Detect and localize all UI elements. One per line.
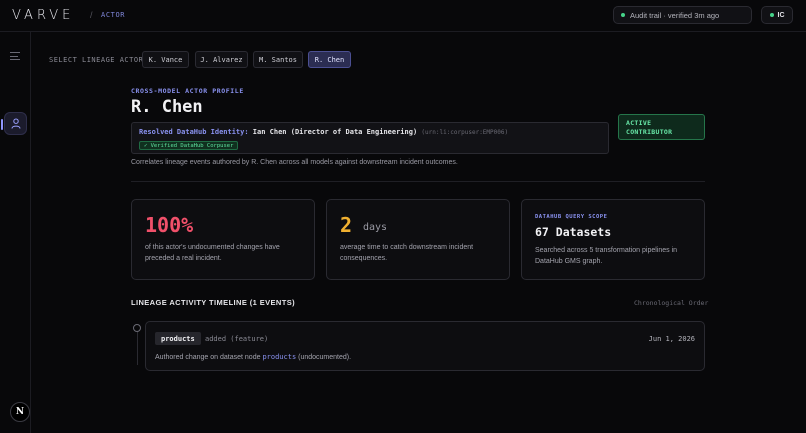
timeline-event[interactable]: products added (feature) Jun 1, 2026 Aut…: [145, 321, 705, 371]
app-badge-n[interactable]: N: [10, 402, 30, 422]
actor-button-r-chen[interactable]: R. Chen: [308, 51, 351, 68]
identity-label: Resolved DataHub Identity:: [139, 128, 249, 136]
event-type: added (feature): [205, 335, 269, 343]
event-desc-suffix: (undocumented).: [298, 354, 352, 361]
event-desc-prefix: Authored change on dataset node: [155, 354, 261, 361]
section-divider: [131, 181, 705, 182]
user-initials: IC: [777, 11, 785, 19]
sidebar-item-actor[interactable]: [1, 112, 27, 135]
online-dot-icon: [769, 13, 774, 17]
catch-time-text: average time to catch downstream inciden…: [340, 244, 474, 262]
audit-trail-status[interactable]: Audit trail · verified 3m ago: [613, 6, 752, 24]
breadcrumb-separator: /: [90, 10, 93, 20]
event-description: Authored change on dataset node products…: [155, 353, 351, 361]
event-dataset-link[interactable]: products: [262, 353, 296, 361]
actor-button-j-alvarez[interactable]: J. Alvarez: [195, 51, 248, 68]
query-scope-text: Searched across 5 transformation pipelin…: [535, 247, 678, 265]
verified-badge: ✓ Verified DataHub Corpuser: [139, 141, 239, 150]
timeline-line: [137, 331, 138, 365]
timeline-title: LINEAGE ACTIVITY TIMELINE (1 EVENTS): [131, 298, 295, 307]
event-dataset-tag[interactable]: products: [155, 332, 201, 345]
undocumented-stat: 100%: [145, 213, 194, 237]
profile-name: R. Chen: [131, 97, 203, 117]
selector-label: SELECT LINEAGE ACTOR:: [49, 56, 149, 64]
undocumented-changes-card: 100% of this actor's undocumented change…: [131, 199, 315, 280]
query-scope-value: 67 Datasets: [535, 225, 612, 239]
varve-logo[interactable]: VARVE: [12, 8, 74, 23]
menu-icon[interactable]: [10, 52, 20, 60]
identity-panel: Resolved DataHub Identity: Ian Chen (Dir…: [131, 122, 609, 154]
top-bar: VARVE / ACTOR Audit trail · verified 3m …: [0, 0, 806, 32]
catch-time-card: 2 days average time to catch downstream …: [326, 199, 510, 280]
active-contributor-badge: ACTIVE CONTRIBUTOR: [618, 114, 705, 140]
query-scope-card: DATAHUB QUERY SCOPE 67 Datasets Searched…: [521, 199, 705, 280]
query-scope-label: DATAHUB QUERY SCOPE: [535, 214, 608, 220]
event-date: Jun 1, 2026: [648, 335, 695, 343]
identity-value: Ian Chen (Director of Data Engineering): [252, 128, 418, 136]
user-menu-button[interactable]: IC: [761, 6, 793, 24]
timeline-node-icon: [133, 324, 141, 332]
actor-button-m-santos[interactable]: M. Santos: [253, 51, 303, 68]
profile-eyebrow: CROSS-MODEL ACTOR PROFILE: [131, 87, 244, 95]
actor-button-k-vance[interactable]: K. Vance: [142, 51, 189, 68]
catch-time-unit: days: [363, 222, 388, 233]
audit-trail-text: Audit trail · verified 3m ago: [630, 10, 720, 20]
sidebar: N: [0, 32, 31, 433]
breadcrumb-actor[interactable]: ACTOR: [101, 11, 125, 19]
identity-urn: (urn:li:corpuser:EMP006): [421, 129, 509, 136]
status-badge-line2: CONTRIBUTOR: [626, 128, 673, 136]
status-badge-line1: ACTIVE: [626, 119, 652, 127]
catch-time-stat: 2: [340, 213, 353, 237]
timeline-sort-order[interactable]: Chronological Order: [634, 299, 708, 307]
user-icon: [11, 118, 20, 129]
profile-description: Correlates lineage events authored by R.…: [131, 159, 458, 166]
status-dot-icon: [621, 13, 625, 17]
undocumented-text: of this actor's undocumented changes hav…: [145, 244, 280, 262]
